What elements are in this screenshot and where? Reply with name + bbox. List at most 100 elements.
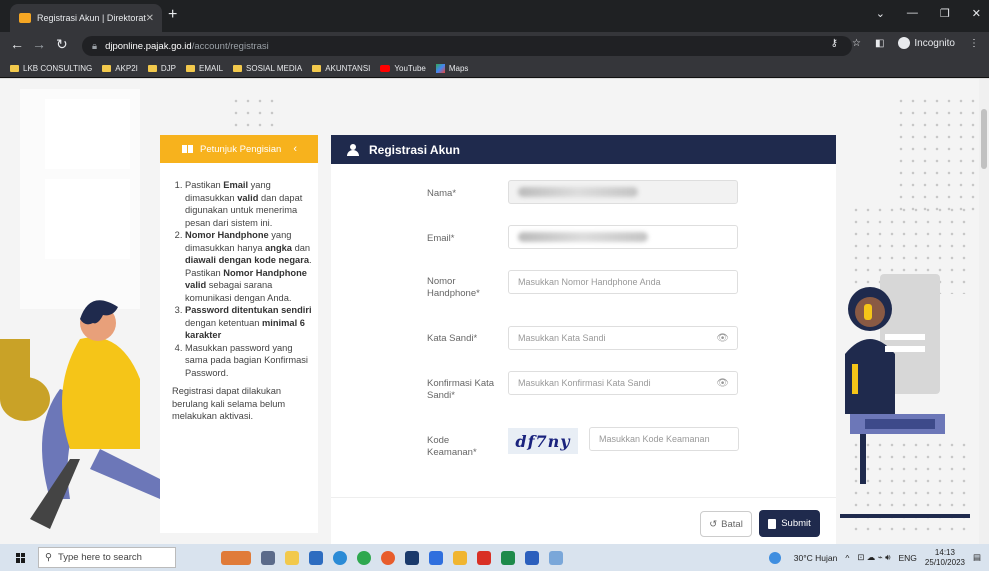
task-view-icon[interactable] (261, 550, 275, 565)
minimize-icon[interactable]: — (907, 7, 918, 20)
language-indicator[interactable]: ENG (899, 553, 917, 563)
sidepanel-icon[interactable]: ◧ (875, 38, 884, 49)
search-icon: ⚲ (45, 552, 52, 563)
password-label: Kata Sandi* (427, 333, 478, 344)
bg-dot-pattern (895, 95, 975, 215)
app-icon[interactable] (549, 550, 563, 565)
key-icon[interactable]: ⚷ (831, 38, 838, 49)
bookmark-email[interactable]: EMAIL (186, 64, 223, 73)
folder-icon (186, 65, 196, 72)
person-illustration-left (0, 300, 160, 529)
mail-icon[interactable] (429, 550, 443, 565)
pdf-icon[interactable] (477, 550, 491, 565)
cancel-button[interactable]: ↺ Batal (700, 511, 752, 537)
instructions-panel: Petunjuk Pengisian ‹ Pastikan Email yang… (160, 135, 318, 533)
redacted-text (518, 187, 638, 197)
captcha-image: df7ny (508, 428, 578, 454)
taskbar-search-input[interactable]: ⚲ Type here to search (38, 547, 176, 568)
security-code-label: Kode Keamanan* (427, 435, 477, 458)
folder-icon (233, 65, 243, 72)
close-window-icon[interactable]: ✕ (972, 7, 981, 20)
windows-start-icon[interactable] (16, 552, 26, 563)
windows-taskbar: ⚲ Type here to search 30°C Hujan ^ ⊡ ☁ ⌁… (0, 544, 989, 571)
chevron-up-icon[interactable]: ^ (845, 553, 849, 563)
url-path: /account/registrasi (191, 40, 269, 52)
bookmark-lkb-consulting[interactable]: LKB CONSULTING (10, 64, 92, 73)
clock[interactable]: 14:13 25/10/2023 (925, 548, 965, 568)
restore-icon[interactable]: ❐ (940, 7, 950, 20)
form-divider (331, 497, 836, 498)
file-explorer-icon[interactable] (285, 550, 299, 565)
edge-icon[interactable] (333, 550, 347, 565)
store-icon[interactable] (309, 550, 323, 565)
clock-time: 14:13 (934, 547, 955, 557)
book-icon (182, 145, 194, 153)
email-field[interactable] (508, 225, 738, 249)
tab-title: Registrasi Akun | Direktorat Jend (37, 13, 146, 23)
tray-icons[interactable]: ⊡ ☁ ⌁ 🔊︎ (857, 552, 890, 563)
star-icon[interactable]: ☆ (852, 38, 861, 49)
bookmark-sosial-media[interactable]: SOSIAL MEDIA (233, 64, 302, 73)
confirm-password-field[interactable]: Masukkan Konfirmasi Kata Sandi 👁︎ (508, 371, 738, 395)
phone-field[interactable]: Masukkan Nomor Handphone Anda (508, 270, 738, 294)
page-scrollbar[interactable] (979, 79, 989, 544)
instructions-body: Pastikan Email yang dimasukkan valid dan… (172, 179, 312, 423)
bookmark-djp[interactable]: DJP (147, 64, 176, 73)
folder-icon (10, 65, 19, 72)
page-viewport: Petunjuk Pengisian ‹ Pastikan Email yang… (0, 79, 989, 544)
word-icon[interactable] (525, 550, 539, 565)
bg-window-shape (45, 99, 130, 169)
redacted-text (518, 232, 648, 242)
weather-text[interactable]: 30°C Hujan (794, 553, 838, 563)
nama-label: Nama* (427, 188, 457, 199)
scrollbar-thumb[interactable] (981, 109, 987, 169)
submit-button[interactable]: Submit (759, 510, 820, 537)
incognito-badge[interactable]: Incognito (898, 37, 955, 49)
bookmark-akuntansi[interactable]: AKUNTANSI (312, 64, 370, 73)
instructions-title: Petunjuk Pengisian (200, 143, 282, 155)
instructions-note: Registrasi dapat dilakukan berulang kali… (172, 386, 286, 421)
instruction-item: Nomor Handphone yang dimasukkan hanya an… (185, 229, 312, 304)
bookmark-youtube[interactable]: YouTube (380, 64, 426, 73)
menu-kebab-icon[interactable]: ⋮ (969, 38, 979, 49)
eye-slash-icon[interactable]: 👁︎ (716, 378, 729, 389)
url-bar[interactable]: 🔒︎ djponline.pajak.go.id/account/registr… (82, 36, 852, 56)
cancel-label: Batal (721, 518, 743, 530)
new-tab-button[interactable]: + (168, 6, 177, 24)
phone-label: Nomor Handphone* (427, 276, 480, 299)
back-arrow-icon[interactable]: ← (10, 36, 24, 52)
eye-slash-icon[interactable]: 👁︎ (716, 333, 729, 344)
folder-icon[interactable] (453, 550, 467, 565)
excel-icon[interactable] (501, 550, 515, 565)
system-tray: 30°C Hujan ^ ⊡ ☁ ⌁ 🔊︎ ENG 14:13 25/10/20… (764, 544, 981, 571)
notification-icon[interactable]: ▤ (973, 552, 981, 563)
weather-widget-icon[interactable] (221, 550, 251, 565)
chevron-down-icon[interactable]: ⌄ (876, 7, 885, 20)
chrome-profile-icon[interactable] (381, 550, 395, 565)
app-icon[interactable] (405, 550, 419, 565)
forward-arrow-icon[interactable]: → (32, 36, 46, 52)
bookmark-maps[interactable]: Maps (435, 64, 468, 73)
folder-icon (312, 65, 322, 72)
security-code-field[interactable]: Masukkan Kode Keamanan (589, 427, 739, 451)
form-header: Registrasi Akun (331, 135, 836, 164)
chrome-icon[interactable] (357, 550, 371, 565)
email-label: Email* (427, 233, 455, 244)
bookmark-akp2i[interactable]: AKP2I (102, 64, 138, 73)
password-field[interactable]: Masukkan Kata Sandi 👁︎ (508, 326, 738, 350)
nama-field[interactable] (508, 180, 738, 204)
instruction-item: Masukkan password yang sama pada bagian … (185, 342, 312, 380)
reload-icon[interactable]: ↻ (56, 36, 68, 53)
instructions-header: Petunjuk Pengisian ‹ (160, 135, 318, 163)
password-placeholder: Masukkan Kata Sandi (518, 333, 606, 343)
document-icon (768, 518, 777, 529)
chevron-left-icon[interactable]: ‹ (293, 143, 297, 155)
close-tab-icon[interactable]: ✕ (146, 13, 154, 24)
confirm-password-label: Konfirmasi Kata Sandi* (427, 378, 495, 401)
taskbar-search-placeholder: Type here to search (57, 552, 142, 563)
folder-icon (102, 65, 112, 72)
form-title: Registrasi Akun (369, 142, 460, 157)
undo-icon: ↺ (709, 518, 718, 530)
folder-icon (147, 65, 157, 72)
browser-tab[interactable]: Registrasi Akun | Direktorat Jend ✕ (10, 4, 162, 32)
